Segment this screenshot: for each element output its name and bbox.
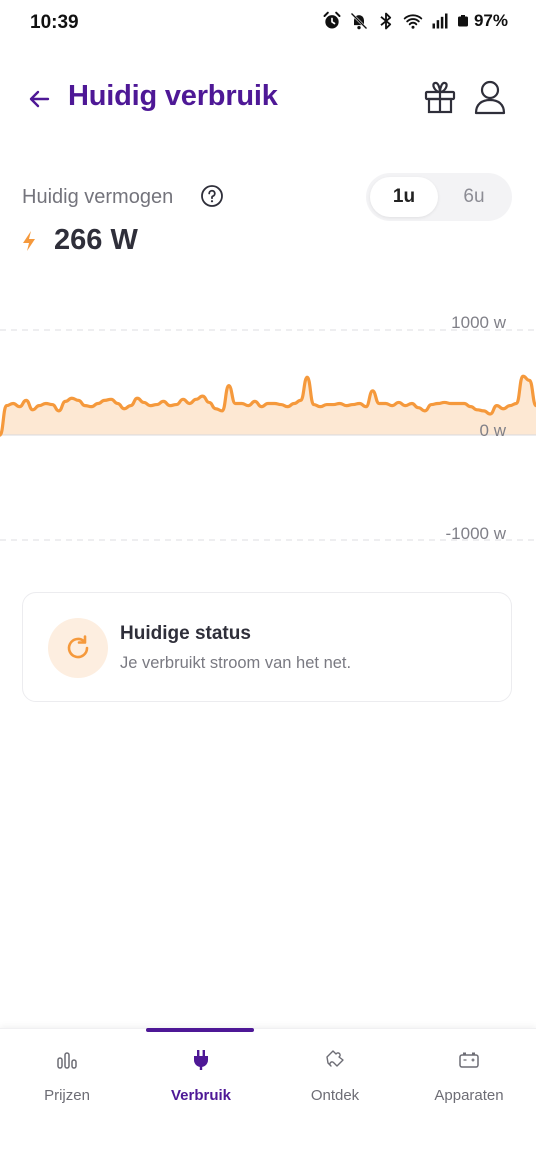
chart-area-fill	[0, 376, 536, 435]
status-time: 10:39	[30, 12, 79, 33]
range-option-6u[interactable]: 6u	[440, 177, 508, 217]
active-tab-indicator	[146, 1028, 254, 1032]
range-option-1u[interactable]: 1u	[370, 177, 438, 217]
status-title: Huidige status	[120, 623, 251, 644]
signal-icon	[432, 13, 448, 29]
user-icon[interactable]	[472, 78, 508, 116]
power-value: 266 W	[54, 224, 138, 256]
nav-label-ontdek: Ontdek	[310, 1087, 360, 1104]
puzzle-icon	[326, 1050, 344, 1067]
status-card: Huidige status Je verbruikt stroom van h…	[22, 592, 512, 702]
refresh-icon	[67, 635, 89, 659]
alarm-icon	[323, 11, 341, 29]
app-header: Huidig verbruik	[0, 70, 536, 130]
lightning-icon	[23, 231, 35, 251]
nav-item-ontdek[interactable]: Ontdek	[268, 1043, 402, 1113]
nav-label-verbruik: Verbruik	[170, 1087, 232, 1104]
tick-label: 1000 w	[451, 313, 507, 332]
range-toggle: 1u 6u	[366, 173, 512, 221]
battery-percentage: 97%	[473, 11, 508, 30]
nav-item-apparaten[interactable]: Apparaten	[402, 1043, 536, 1113]
gift-icon[interactable]	[421, 78, 459, 116]
status-icon-badge	[48, 618, 108, 678]
bluetooth-icon	[380, 12, 392, 30]
status-bar: 10:39 97%	[0, 0, 536, 44]
battery-device-icon	[459, 1052, 479, 1068]
bottom-navigation: Prijzen Verbruik Ontdek Apparaten	[0, 1028, 536, 1164]
status-icons: 97%	[322, 11, 508, 31]
bar-chart-icon	[57, 1052, 77, 1069]
bell-off-icon	[350, 12, 368, 30]
tick-label: -1000 w	[446, 524, 507, 543]
plug-icon	[194, 1050, 208, 1070]
power-chart: 1000 w 0 w -1000 w	[0, 313, 536, 543]
arrow-left-icon[interactable]	[24, 84, 54, 114]
power-label: Huidig vermogen	[22, 186, 174, 208]
nav-item-prijzen[interactable]: Prijzen	[0, 1043, 134, 1113]
nav-label-apparaten: Apparaten	[434, 1087, 504, 1104]
battery-icon	[457, 15, 468, 27]
wifi-icon	[403, 14, 423, 29]
status-description: Je verbruikt stroom van het net.	[120, 654, 352, 672]
nav-item-verbruik[interactable]: Verbruik	[134, 1043, 268, 1113]
nav-label-prijzen: Prijzen	[44, 1087, 90, 1104]
page-title: Huidig verbruik	[68, 80, 278, 112]
tick-label: 0 w	[480, 421, 507, 440]
help-icon[interactable]	[200, 184, 224, 208]
